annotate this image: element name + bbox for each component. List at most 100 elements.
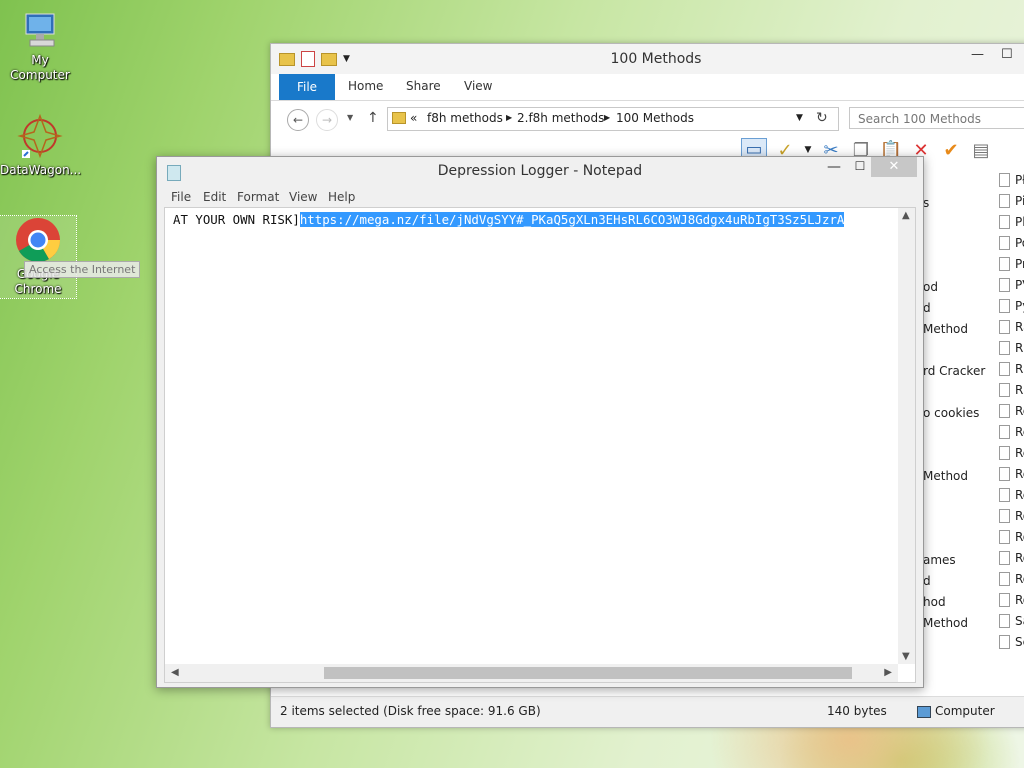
file-item[interactable]: RE <box>997 382 1024 400</box>
file-item[interactable]: Ro <box>997 592 1024 610</box>
maximize-button[interactable]: ☐ <box>851 159 869 173</box>
scroll-down-icon[interactable]: ▼ <box>902 651 910 662</box>
chevron-down-icon[interactable]: ▼ <box>796 113 803 123</box>
file-item[interactable]: RE <box>997 361 1024 379</box>
text-file-icon <box>999 614 1010 628</box>
file-item[interactable]: Po <box>997 235 1024 253</box>
file-item[interactable]: Re <box>997 403 1024 421</box>
scroll-up-icon[interactable]: ▲ <box>902 210 910 221</box>
menu-bar: File Edit Format View Help <box>157 187 923 207</box>
menu-format[interactable]: Format <box>237 190 279 204</box>
search-input[interactable]: Search 100 Methods <box>849 107 1024 129</box>
tab-share[interactable]: Share <box>406 79 441 93</box>
text-file-icon <box>999 362 1010 376</box>
file-item[interactable]: RE <box>997 340 1024 358</box>
file-item[interactable]: Pł <box>997 172 1024 190</box>
text-file-icon <box>999 572 1010 586</box>
menu-file[interactable]: File <box>171 190 191 204</box>
text-file-icon <box>999 446 1010 460</box>
plain-text: AT YOUR OWN RISK] <box>173 212 300 227</box>
text-file-icon <box>999 278 1010 292</box>
text-file-icon <box>999 383 1010 397</box>
forward-button[interactable]: → <box>316 109 338 131</box>
text-file-icon <box>999 530 1010 544</box>
file-item[interactable]: Pr <box>997 256 1024 274</box>
menu-view[interactable]: View <box>289 190 317 204</box>
file-item[interactable]: Ra <box>997 319 1024 337</box>
up-arrow-icon[interactable]: ↑ <box>367 110 379 126</box>
tab-home[interactable]: Home <box>348 79 383 93</box>
desktop-icon-my-computer[interactable]: My Computer <box>0 10 80 83</box>
text-editor[interactable]: AT YOUR OWN RISK]https://mega.nz/file/jN… <box>164 207 916 683</box>
breadcrumb-item[interactable]: 2.f8h methods <box>517 111 604 125</box>
refresh-icon[interactable]: ↻ <box>816 110 828 126</box>
desktop-icon-google-chrome[interactable]: Google Chrome <box>0 215 77 299</box>
file-item[interactable]: Re <box>997 445 1024 463</box>
scroll-right-icon[interactable]: ▶ <box>884 667 892 678</box>
status-selection: 2 items selected (Disk free space: 91.6 … <box>280 704 541 718</box>
file-item[interactable]: Sc <box>997 634 1024 652</box>
minimize-button[interactable]: — <box>971 47 984 62</box>
text-file-icon <box>999 194 1010 208</box>
list-item-fragment: od <box>923 280 938 294</box>
back-button[interactable]: ← <box>287 109 309 131</box>
file-item[interactable]: Ro <box>997 529 1024 547</box>
explorer-titlebar[interactable]: ▼ 100 Methods — ☐ <box>271 44 1024 74</box>
file-item[interactable]: Ro <box>997 571 1024 589</box>
text-file-icon <box>999 467 1010 481</box>
status-bar: 2 items selected (Disk free space: 91.6 … <box>271 696 1024 727</box>
list-item-fragment: d <box>923 574 931 588</box>
file-item[interactable]: Re <box>997 466 1024 484</box>
chrome-icon <box>16 218 60 262</box>
vertical-scrollbar[interactable]: ▲ ▼ <box>898 208 915 664</box>
scroll-left-icon[interactable]: ◀ <box>171 667 179 678</box>
text-file-icon <box>999 404 1010 418</box>
rename-icon[interactable]: ✔ <box>939 140 963 161</box>
text-file-icon <box>999 425 1010 439</box>
text-file-icon <box>999 593 1010 607</box>
file-item[interactable]: Py <box>997 298 1024 316</box>
maximize-button[interactable]: ☐ <box>1001 47 1013 62</box>
close-button[interactable]: ✕ <box>871 157 917 177</box>
dropdown-arrow-icon[interactable]: ▼ <box>803 145 813 155</box>
tab-file[interactable]: File <box>279 74 335 100</box>
desktop-icon-datawagon[interactable]: DataWagon... <box>0 112 82 178</box>
horizontal-scrollbar[interactable]: ◀ ▶ <box>165 664 898 682</box>
tooltip: Access the Internet <box>24 261 141 278</box>
address-bar[interactable]: « f8h methods ▶ 2.f8h methods ▶ 100 Meth… <box>387 107 839 131</box>
status-location: Computer <box>935 704 995 718</box>
text-file-icon <box>999 173 1010 187</box>
datawagon-logo-icon <box>17 113 63 159</box>
file-item[interactable]: Re <box>997 487 1024 505</box>
breadcrumb-item[interactable]: f8h methods <box>427 111 503 125</box>
text-file-icon <box>999 320 1010 334</box>
file-item[interactable]: Sa <box>997 613 1024 631</box>
file-item[interactable]: Pi <box>997 193 1024 211</box>
window-title: Depression Logger - Notepad <box>437 163 643 179</box>
desktop-icon-label: My Computer <box>10 53 70 82</box>
file-item[interactable]: Re <box>997 424 1024 442</box>
minimize-button[interactable]: — <box>825 159 843 175</box>
list-item-fragment: d <box>923 301 931 315</box>
file-item[interactable]: Pl <box>997 214 1024 232</box>
file-item[interactable]: PV <box>997 277 1024 295</box>
notepad-window[interactable]: Depression Logger - Notepad — ☐ ✕ File E… <box>156 156 924 688</box>
menu-edit[interactable]: Edit <box>203 190 226 204</box>
recent-locations-icon[interactable]: ▼ <box>347 113 353 122</box>
breadcrumb-item[interactable]: 100 Methods <box>616 111 694 125</box>
computer-icon <box>25 13 55 47</box>
desktop-icon-label: DataWagon... <box>0 163 82 177</box>
scrollbar-thumb[interactable] <box>324 667 852 679</box>
list-item-fragment: rd Cracker <box>923 364 986 378</box>
text-file-icon <box>999 488 1010 502</box>
properties-icon[interactable]: ▤ <box>969 140 993 161</box>
tab-view[interactable]: View <box>464 79 492 93</box>
file-item[interactable]: Ro <box>997 550 1024 568</box>
text-file-icon <box>999 551 1010 565</box>
breadcrumb-overflow[interactable]: « <box>410 111 417 125</box>
ribbon-tabs: File Home Share View <box>271 74 1024 101</box>
list-item-fragment: o cookies <box>923 406 980 420</box>
file-item[interactable]: Ro <box>997 508 1024 526</box>
menu-help[interactable]: Help <box>328 190 355 204</box>
notepad-titlebar[interactable]: Depression Logger - Notepad — ☐ ✕ <box>157 157 923 187</box>
